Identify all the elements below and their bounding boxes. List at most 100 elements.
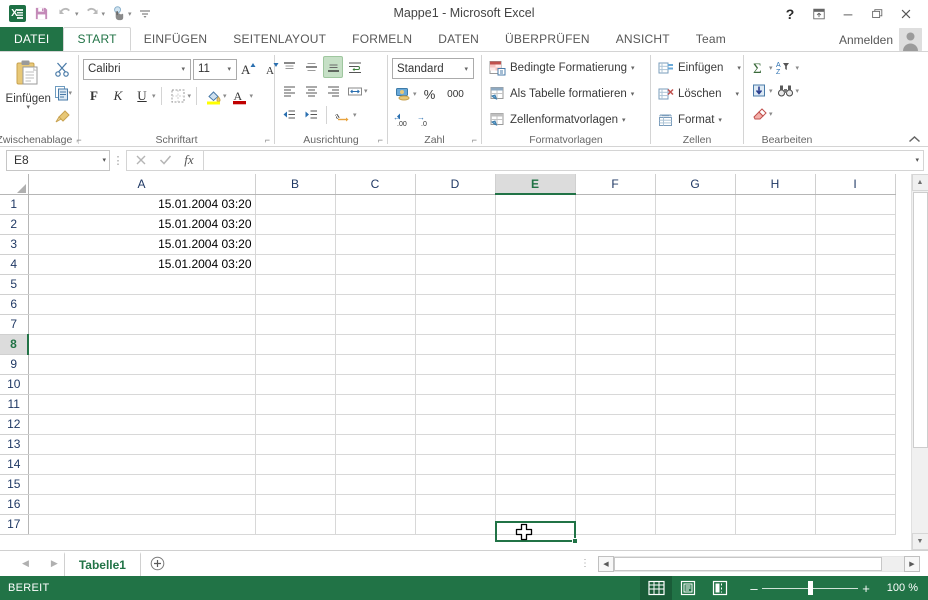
cell-H14[interactable]	[735, 454, 816, 475]
cell-G2[interactable]	[655, 214, 736, 235]
cell-C12[interactable]	[335, 414, 416, 435]
increase-decimal-icon[interactable]: .00 ←	[392, 109, 414, 131]
restore-icon[interactable]	[863, 2, 891, 26]
cell-H15[interactable]	[735, 474, 816, 495]
cell-D2[interactable]	[415, 214, 496, 235]
scroll-right-icon[interactable]: ▶	[904, 555, 920, 572]
cell-G3[interactable]	[655, 234, 736, 255]
tab-daten[interactable]: DATEN	[425, 27, 492, 51]
column-header-c[interactable]: C	[335, 174, 416, 195]
find-and-select-binoculars-icon[interactable]	[775, 80, 797, 102]
dialog-launcher-icon[interactable]: ⌐	[378, 135, 383, 145]
cell-H7[interactable]	[735, 314, 816, 335]
cell-F4[interactable]	[575, 254, 656, 275]
merge-dropdown-icon[interactable]: ▾	[364, 87, 368, 95]
cell-F6[interactable]	[575, 294, 656, 315]
normal-view-icon[interactable]	[640, 576, 672, 600]
paste-button[interactable]: Einfügen ▾	[4, 55, 52, 111]
previous-sheet-icon[interactable]: ◀	[22, 558, 29, 569]
cell-G5[interactable]	[655, 274, 736, 295]
cell-E13[interactable]	[495, 434, 576, 455]
tab-team[interactable]: Team	[683, 27, 739, 51]
cell-F10[interactable]	[575, 374, 656, 395]
tab-start[interactable]: START	[63, 27, 131, 51]
cell-E17[interactable]	[495, 514, 576, 535]
cell-G7[interactable]	[655, 314, 736, 335]
cell-F14[interactable]	[575, 454, 656, 475]
fill-down-icon[interactable]	[748, 80, 770, 102]
cell-A8[interactable]	[28, 334, 256, 355]
cell-E4[interactable]	[495, 254, 576, 275]
cell-D13[interactable]	[415, 434, 496, 455]
next-sheet-icon[interactable]: ▶	[51, 558, 58, 569]
row-header-11[interactable]: 11	[0, 394, 29, 415]
cell-C4[interactable]	[335, 254, 416, 275]
row-header-13[interactable]: 13	[0, 434, 29, 455]
cell-B1[interactable]	[255, 194, 336, 215]
cell-D14[interactable]	[415, 454, 496, 475]
cell-B2[interactable]	[255, 214, 336, 235]
cell-A1[interactable]: 15.01.2004 03:20	[28, 194, 256, 215]
cell-H11[interactable]	[735, 394, 816, 415]
cell-I14[interactable]	[815, 454, 896, 475]
decrease-indent-icon[interactable]	[279, 104, 299, 126]
cell-G15[interactable]	[655, 474, 736, 495]
cell-D5[interactable]	[415, 274, 496, 295]
cell-D11[interactable]	[415, 394, 496, 415]
cell-A4[interactable]: 15.01.2004 03:20	[28, 254, 256, 275]
sort-and-filter-icon[interactable]: AZ	[775, 57, 797, 79]
cell-C13[interactable]	[335, 434, 416, 455]
cell-C1[interactable]	[335, 194, 416, 215]
cell-I6[interactable]	[815, 294, 896, 315]
cell-C7[interactable]	[335, 314, 416, 335]
cell-F1[interactable]	[575, 194, 656, 215]
horizontal-scrollbar[interactable]: ◀ ▶	[598, 555, 928, 572]
cell-C16[interactable]	[335, 494, 416, 515]
chevron-down-icon[interactable]: ▾	[631, 64, 635, 72]
cell-D7[interactable]	[415, 314, 496, 335]
row-header-2[interactable]: 2	[0, 214, 29, 235]
row-header-12[interactable]: 12	[0, 414, 29, 435]
chevron-down-icon[interactable]: ▾	[718, 116, 722, 124]
scroll-left-icon[interactable]: ◀	[598, 555, 614, 572]
cell-G4[interactable]	[655, 254, 736, 275]
bold-button[interactable]: F	[83, 85, 105, 107]
row-header-8[interactable]: 8	[0, 334, 29, 355]
redo-icon[interactable]	[81, 3, 103, 25]
row-header-16[interactable]: 16	[0, 494, 29, 515]
cell-I13[interactable]	[815, 434, 896, 455]
cell-F15[interactable]	[575, 474, 656, 495]
cell-H8[interactable]	[735, 334, 816, 355]
cell-D6[interactable]	[415, 294, 496, 315]
cell-C8[interactable]	[335, 334, 416, 355]
format-cells-button[interactable]: Format ▾	[655, 108, 725, 132]
cell-I16[interactable]	[815, 494, 896, 515]
cell-B16[interactable]	[255, 494, 336, 515]
cell-G8[interactable]	[655, 334, 736, 355]
cell-I15[interactable]	[815, 474, 896, 495]
borders-icon[interactable]	[167, 85, 189, 107]
number-format-combo[interactable]: Standard ▾	[392, 58, 474, 79]
zoom-level-label[interactable]: 100 %	[880, 582, 928, 594]
scroll-up-icon[interactable]: ▲	[911, 174, 928, 191]
column-header-i[interactable]: I	[815, 174, 896, 195]
delete-cells-button[interactable]: Löschen ▾	[655, 82, 742, 106]
cell-I7[interactable]	[815, 314, 896, 335]
chevron-down-icon[interactable]: ▾	[622, 116, 626, 124]
percent-style-button[interactable]: %	[419, 83, 441, 105]
page-layout-view-icon[interactable]	[672, 576, 704, 600]
tab-ueberpruefen[interactable]: ÜBERPRÜFEN	[492, 27, 603, 51]
cell-F12[interactable]	[575, 414, 656, 435]
cell-F13[interactable]	[575, 434, 656, 455]
chevron-down-icon[interactable]: ▾	[461, 65, 471, 73]
cell-E15[interactable]	[495, 474, 576, 495]
cell-A3[interactable]: 15.01.2004 03:20	[28, 234, 256, 255]
cell-H6[interactable]	[735, 294, 816, 315]
scroll-down-icon[interactable]: ▼	[911, 533, 928, 550]
format-painter-button[interactable]	[52, 106, 74, 128]
cell-I10[interactable]	[815, 374, 896, 395]
font-color-icon[interactable]: A	[229, 85, 251, 107]
fx-insert-function-icon[interactable]: fx	[177, 151, 201, 170]
find-select-dropdown-icon[interactable]: ▾	[796, 87, 800, 95]
cell-E8[interactable]	[495, 334, 576, 355]
